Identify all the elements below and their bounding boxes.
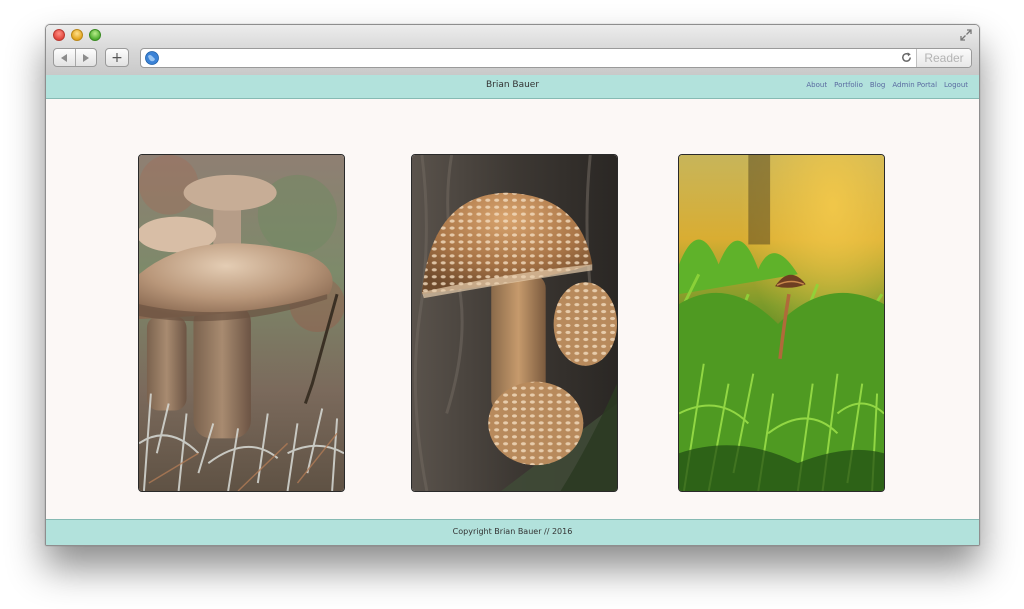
browser-toolbar: + Reader (46, 25, 979, 76)
back-button[interactable] (54, 49, 75, 66)
moss-mushroom-image (679, 155, 884, 491)
new-tab-button[interactable]: + (105, 48, 129, 67)
nav-link-logout[interactable]: Logout (944, 81, 968, 89)
copyright-text: Copyright Brian Bauer // 2016 (452, 527, 573, 536)
site-nav: About Portfolio Blog Admin Portal Logout (806, 81, 968, 89)
gallery-photo-bolete[interactable] (138, 154, 345, 492)
site-footer: Copyright Brian Bauer // 2016 (46, 519, 979, 545)
gallery-photo-moss-mushroom[interactable] (678, 154, 885, 492)
reload-icon[interactable] (900, 51, 913, 64)
reader-button[interactable]: Reader (917, 49, 971, 67)
zoom-window-button[interactable] (89, 29, 101, 41)
forward-button[interactable] (74, 49, 97, 66)
forward-arrow-icon (82, 53, 89, 62)
close-window-button[interactable] (53, 29, 65, 41)
fullscreen-icon[interactable] (959, 28, 973, 42)
nav-link-about[interactable]: About (806, 81, 827, 89)
nav-link-blog[interactable]: Blog (870, 81, 885, 89)
back-forward-group (53, 48, 97, 67)
nav-link-admin-portal[interactable]: Admin Portal (892, 81, 937, 89)
minimize-window-button[interactable] (71, 29, 83, 41)
bark-mushroom-image (412, 155, 617, 491)
nav-link-portfolio[interactable]: Portfolio (834, 81, 863, 89)
address-bar[interactable]: Reader (140, 48, 972, 68)
globe-icon (145, 51, 159, 65)
bolete-mushroom-image (139, 155, 344, 491)
site-header: Brian Bauer About Portfolio Blog Admin P… (46, 75, 979, 99)
gallery-photo-bark-mushroom[interactable] (411, 154, 618, 492)
photo-gallery (46, 99, 979, 519)
back-arrow-icon (61, 53, 68, 62)
browser-window: + Reader Brian Bauer About Portfolio Blo… (45, 24, 980, 546)
